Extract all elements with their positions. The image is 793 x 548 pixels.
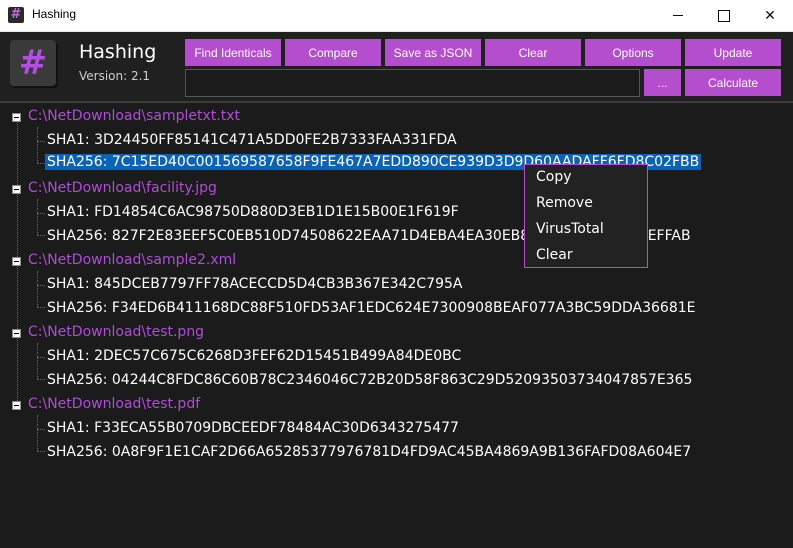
context-menu-remove[interactable]: Remove bbox=[536, 195, 593, 211]
clear-button[interactable]: Clear bbox=[485, 39, 581, 66]
tree-connector bbox=[37, 271, 38, 307]
app-name: Hashing bbox=[79, 41, 157, 63]
tree-connector bbox=[37, 307, 45, 308]
tree-hash-node[interactable]: SHA1: 3D24450FF85141C471A5DD0FE2B7333FAA… bbox=[45, 132, 459, 148]
find-identicals-button[interactable]: Find Identicals bbox=[185, 39, 281, 66]
path-input[interactable] bbox=[185, 69, 640, 97]
close-button[interactable]: ✕ bbox=[747, 0, 793, 31]
tree-hash-node[interactable]: SHA1: 845DCEB7797FF78ACECCD5D4CB3B367E34… bbox=[45, 276, 464, 292]
tree-file-node[interactable]: C:\NetDownload\facility.jpg bbox=[28, 180, 217, 196]
title-bar: # Hashing ✕ bbox=[0, 0, 793, 32]
tree-connector bbox=[37, 343, 38, 379]
calculate-button[interactable]: Calculate bbox=[685, 69, 781, 96]
collapse-icon[interactable] bbox=[12, 185, 21, 194]
tree-connector bbox=[37, 199, 38, 235]
tree-connector bbox=[37, 127, 38, 163]
tree-connector bbox=[37, 141, 45, 142]
context-menu: Copy Remove VirusTotal Clear bbox=[524, 164, 648, 268]
tree-file-node[interactable]: C:\NetDownload\test.pdf bbox=[28, 396, 200, 412]
tree-hash-node[interactable]: SHA1: FD14854C6AC98750D880D3EB1D1E15B00E… bbox=[45, 204, 461, 220]
context-menu-clear[interactable]: Clear bbox=[536, 247, 573, 263]
tree-file-node[interactable]: C:\NetDownload\sample2.xml bbox=[28, 252, 236, 268]
close-icon: ✕ bbox=[764, 7, 776, 24]
tree-connector bbox=[37, 163, 45, 164]
hash-logo-icon: # bbox=[10, 40, 56, 86]
tree-connector bbox=[37, 451, 45, 452]
tree-connector bbox=[37, 379, 45, 380]
collapse-icon[interactable] bbox=[12, 329, 21, 338]
tree-connector bbox=[37, 235, 45, 236]
tree-connector bbox=[37, 213, 45, 214]
hash-icon: # bbox=[8, 7, 24, 23]
maximize-icon bbox=[718, 9, 730, 22]
tree-hash-node[interactable]: SHA256: F34ED6B411168DC88F510FD53AF1EDC6… bbox=[45, 300, 697, 316]
tree-file-node[interactable]: C:\NetDownload\test.png bbox=[28, 324, 204, 340]
window-title: Hashing bbox=[32, 7, 77, 21]
compare-button[interactable]: Compare bbox=[285, 39, 381, 66]
options-button[interactable]: Options bbox=[585, 39, 681, 66]
tree-hash-node[interactable]: SHA1: 2DEC57C675C6268D3FEF62D15451B499A8… bbox=[45, 348, 463, 364]
collapse-icon[interactable] bbox=[12, 257, 21, 266]
minimize-button[interactable] bbox=[655, 0, 701, 31]
collapse-icon[interactable] bbox=[12, 113, 21, 122]
browse-button[interactable]: ... bbox=[644, 69, 681, 96]
tree-connector bbox=[37, 429, 45, 430]
tree-hash-node[interactable]: SHA1: F33ECA55B0709DBCEEDF78484AC30D6343… bbox=[45, 420, 461, 436]
tree-file-node[interactable]: C:\NetDownload\sampletxt.txt bbox=[28, 108, 240, 124]
tree-hash-node[interactable]: SHA256: 04244C8FDC86C60B78C2346046C72B20… bbox=[45, 372, 694, 388]
context-menu-virustotal[interactable]: VirusTotal bbox=[536, 221, 604, 237]
minimize-icon bbox=[673, 15, 683, 16]
tree-hash-node[interactable]: SHA256: 0A8F9F1E1CAF2D66A65285377976781D… bbox=[45, 444, 693, 460]
collapse-icon[interactable] bbox=[12, 401, 21, 410]
tree-connector bbox=[37, 357, 45, 358]
maximize-button[interactable] bbox=[701, 0, 747, 31]
update-button[interactable]: Update bbox=[685, 39, 781, 66]
tree-connector bbox=[37, 285, 45, 286]
save-as-json-button[interactable]: Save as JSON bbox=[385, 39, 481, 66]
version-label: Version: 2.1 bbox=[79, 69, 151, 83]
context-menu-copy[interactable]: Copy bbox=[536, 169, 572, 185]
tree-connector bbox=[37, 415, 38, 451]
